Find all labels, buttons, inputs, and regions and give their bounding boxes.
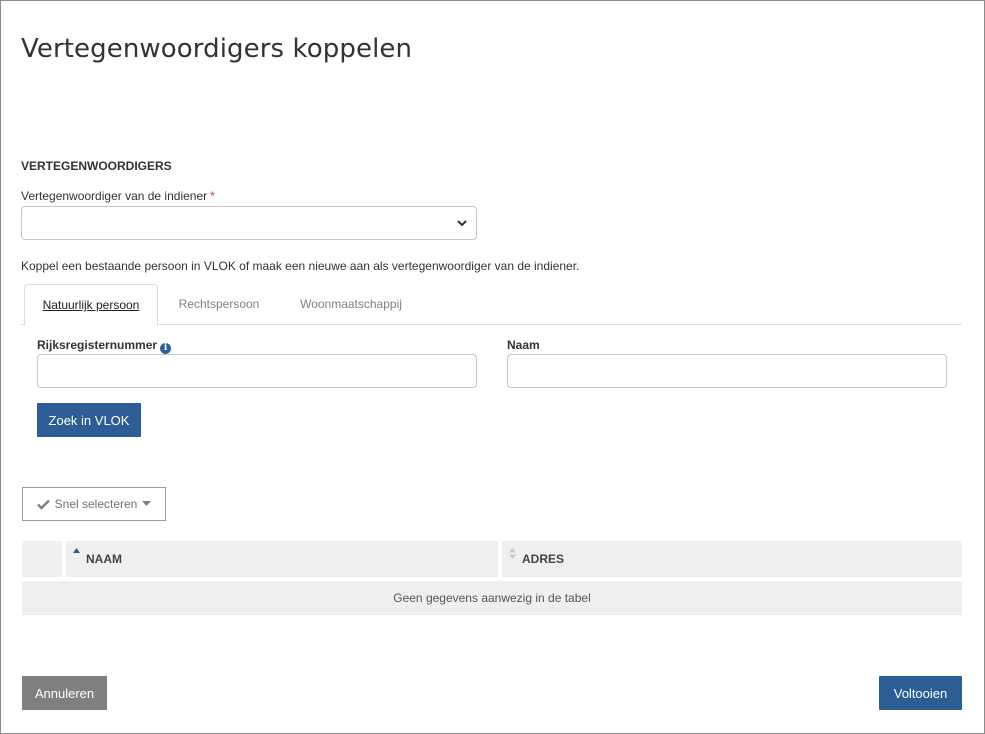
representative-label: Vertegenwoordiger van de indiener * — [21, 189, 215, 203]
column-header-naam[interactable]: NAAM — [66, 541, 498, 577]
table-select-header — [22, 541, 62, 577]
tab-rechtspersoon[interactable]: Rechtspersoon — [158, 284, 280, 325]
section-heading: VERTEGENWOORDIGERS — [21, 159, 172, 173]
page-title: Vertegenwoordigers koppelen — [21, 34, 413, 64]
quick-select-button[interactable]: Snel selecteren — [22, 487, 166, 521]
chevron-down-icon — [457, 220, 467, 227]
rrn-label-text: Rijksregisternummer — [37, 338, 158, 352]
rrn-input[interactable] — [37, 354, 477, 388]
rrn-label: Rijksregisternummer i — [37, 338, 172, 354]
quick-select-label: Snel selecteren — [54, 497, 138, 511]
tab-label: Rechtspersoon — [178, 297, 260, 311]
column-header-label: NAAM — [86, 552, 122, 566]
info-icon[interactable]: i — [160, 343, 172, 354]
required-marker: * — [210, 189, 215, 203]
column-header-label: ADRES — [522, 552, 565, 566]
representative-select[interactable] — [21, 206, 477, 240]
search-vlok-button[interactable]: Zoek in VLOK — [37, 403, 141, 437]
representative-label-text: Vertegenwoordiger van de indiener — [21, 189, 208, 203]
check-icon — [36, 499, 50, 510]
name-input[interactable] — [507, 354, 947, 388]
tab-label: Natuurlijk persoon — [42, 298, 140, 312]
sort-icon — [509, 548, 516, 559]
tab-label: Woonmaatschappij — [300, 297, 402, 311]
tab-natuurlijk-persoon[interactable]: Natuurlijk persoon — [24, 284, 158, 326]
help-text: Koppel een bestaande persoon in VLOK of … — [21, 259, 580, 273]
dialog: Vertegenwoordigers koppelen VERTEGENWOOR… — [0, 0, 985, 734]
caret-down-icon — [142, 501, 152, 506]
name-label: Naam — [507, 338, 540, 352]
table-empty-row: Geen gegevens aanwezig in de tabel — [22, 581, 962, 615]
tab-woonmaatschappij[interactable]: Woonmaatschappij — [280, 284, 422, 325]
column-header-adres[interactable]: ADRES — [502, 541, 962, 577]
cancel-button[interactable]: Annuleren — [22, 676, 107, 710]
sort-asc-icon — [73, 548, 80, 553]
finish-button[interactable]: Voltooien — [879, 676, 962, 710]
person-type-tabs: Natuurlijk persoon Rechtspersoon Woonmaa… — [21, 284, 962, 326]
